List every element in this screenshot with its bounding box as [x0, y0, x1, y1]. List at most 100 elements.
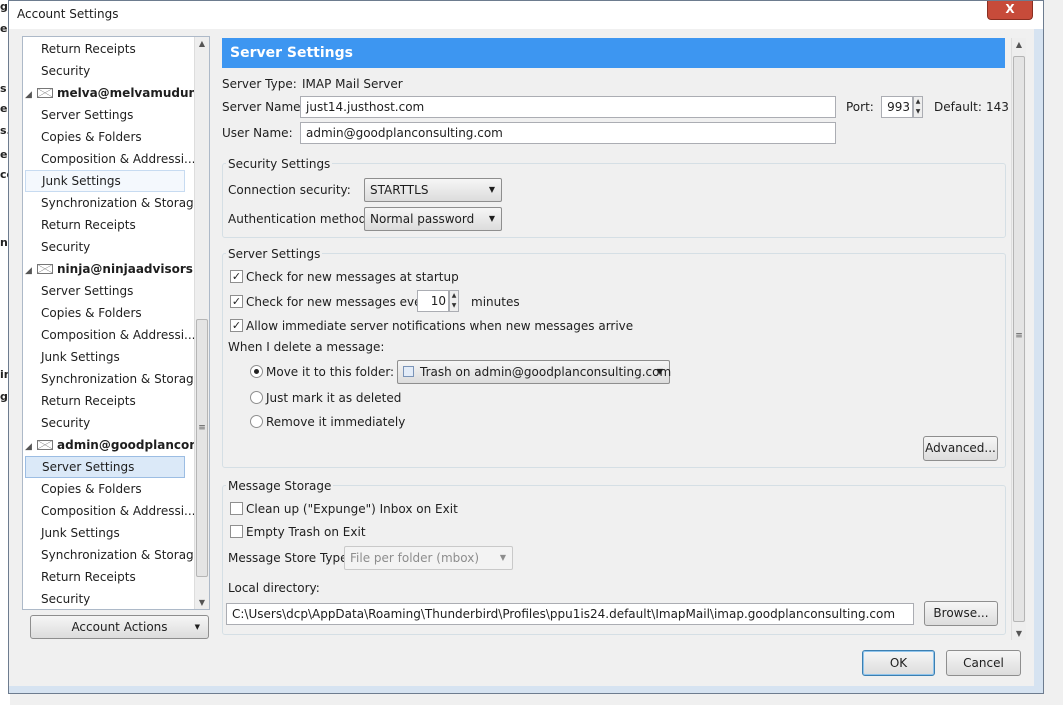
cleanup-checkbox[interactable]: [230, 502, 243, 515]
tree-item[interactable]: Security: [41, 236, 90, 258]
tree-item[interactable]: Security: [41, 412, 90, 434]
cancel-button[interactable]: Cancel: [946, 650, 1021, 676]
default-port-label: Default:: [934, 100, 982, 114]
bg-fragment: e: [0, 22, 8, 35]
port-field[interactable]: 993: [881, 96, 913, 118]
tree-item[interactable]: Junk Settings: [41, 522, 120, 544]
mark-deleted-radio[interactable]: [250, 391, 263, 404]
tree-item-label: Security: [41, 240, 91, 254]
tree-item[interactable]: Server Settings: [41, 104, 133, 126]
server-name-field[interactable]: just14.justhost.com: [300, 96, 836, 118]
cleanup-label[interactable]: Clean up ("Expunge") Inbox on Exit: [246, 502, 458, 516]
tree-account[interactable]: ◢ melva@melvamudun...: [25, 82, 209, 106]
main-scrollbar[interactable]: ▲ ≡ ▼: [1011, 38, 1026, 640]
title-bar[interactable]: Account Settings X: [9, 1, 1043, 29]
auth-method-select[interactable]: Normal password ▼: [364, 207, 502, 231]
tree-item[interactable]: Server Settings: [41, 280, 133, 302]
account-actions-button[interactable]: Account Actions ▼: [30, 615, 209, 639]
chevron-down-icon: ▼: [488, 185, 495, 194]
tree-item[interactable]: Return Receipts: [41, 566, 136, 588]
interval-spinner[interactable]: ▲ ▼: [449, 290, 459, 312]
tree-item[interactable]: Synchronization & Storage: [41, 368, 201, 390]
mark-deleted-label[interactable]: Just mark it as deleted: [266, 391, 401, 405]
check-every-label[interactable]: Check for new messages every: [246, 295, 434, 309]
tree-account[interactable]: ◢ ninja@ninjaadvisors.c...: [25, 258, 209, 282]
chevron-down-icon: ▼: [488, 214, 495, 223]
empty-trash-checkbox[interactable]: [230, 525, 243, 538]
local-directory-label: Local directory:: [228, 581, 320, 595]
tree-item[interactable]: Junk Settings: [41, 346, 120, 368]
tree-item-label: Synchronization & Storage: [41, 548, 202, 562]
tree-item-label: Composition & Addressi...: [41, 504, 196, 518]
check-startup-label[interactable]: Check for new messages at startup: [246, 270, 459, 284]
tree-item[interactable]: Composition & Addressi...: [41, 148, 196, 170]
store-type-value: File per folder (mbox): [350, 551, 480, 565]
tree-item[interactable]: Composition & Addressi...: [41, 324, 196, 346]
tree-item[interactable]: Copies & Folders: [41, 302, 142, 324]
check-startup-checkbox[interactable]: ✓: [230, 270, 243, 283]
tree-item[interactable]: Composition & Addressi...: [41, 500, 196, 522]
tree-item-label: Security: [41, 592, 91, 606]
tree-item[interactable]: Return Receipts: [41, 38, 136, 60]
tree-item-label: Synchronization & Storage: [41, 196, 202, 210]
trash-folder-value: Trash on admin@goodplanconsulting.com: [420, 365, 672, 379]
allow-notify-checkbox[interactable]: ✓: [230, 319, 243, 332]
interval-unit-label: minutes: [471, 295, 520, 309]
empty-trash-label[interactable]: Empty Trash on Exit: [246, 525, 366, 539]
local-directory-field[interactable]: C:\Users\dcp\AppData\Roaming\Thunderbird…: [226, 603, 914, 625]
tree-item[interactable]: Security: [41, 588, 91, 609]
move-to-folder-label[interactable]: Move it to this folder:: [266, 365, 394, 379]
connection-security-select[interactable]: STARTTLS ▼: [364, 178, 502, 202]
tree-item-label: Return Receipts: [41, 218, 136, 232]
close-button[interactable]: X: [987, 1, 1033, 20]
tree-scrollbar[interactable]: ▲ ≡ ▼: [194, 37, 209, 609]
scroll-up-icon[interactable]: ▲: [1012, 40, 1026, 49]
server-name-label: Server Name:: [222, 100, 305, 114]
expand-triangle-icon[interactable]: ◢: [25, 436, 37, 458]
connection-security-label: Connection security:: [228, 183, 351, 197]
tree-item[interactable]: Server Settings: [25, 456, 185, 478]
tree-item-label: Server Settings: [41, 284, 134, 298]
tree-item[interactable]: Synchronization & Storage: [41, 192, 201, 214]
expand-triangle-icon[interactable]: ◢: [25, 84, 37, 106]
trash-folder-select[interactable]: Trash on admin@goodplanconsulting.com ▼: [397, 360, 672, 384]
tree-item-label: Server Settings: [42, 460, 135, 474]
port-spinner[interactable]: ▲ ▼: [913, 96, 923, 118]
move-to-folder-radio[interactable]: [250, 365, 263, 378]
expand-triangle-icon[interactable]: ◢: [25, 260, 37, 282]
tree-item[interactable]: Return Receipts: [41, 214, 136, 236]
tree-account[interactable]: ◢ admin@goodplancon...: [25, 434, 210, 458]
tree-item-label: Copies & Folders: [41, 130, 142, 144]
message-storage-title: Message Storage: [226, 479, 334, 493]
bg-fragment: g: [0, 0, 8, 13]
chevron-down-icon: ▼: [194, 623, 200, 631]
scroll-down-icon[interactable]: ▼: [195, 598, 209, 607]
envelope-icon: [37, 264, 53, 274]
tree-item[interactable]: Junk Settings: [25, 170, 185, 192]
ok-button[interactable]: OK: [862, 650, 935, 676]
tree-account-label: admin@goodplancon...: [57, 438, 210, 452]
user-name-field[interactable]: admin@goodplanconsulting.com: [300, 122, 836, 144]
allow-notify-label[interactable]: Allow immediate server notifications whe…: [246, 319, 633, 333]
check-every-checkbox[interactable]: ✓: [230, 295, 243, 308]
tree-item-label: Junk Settings: [41, 526, 120, 540]
tree-item[interactable]: Synchronization & Storage: [41, 544, 201, 566]
browse-button[interactable]: Browse...: [924, 601, 998, 626]
tree-item[interactable]: Copies & Folders: [41, 126, 142, 148]
server-settings-title: Server Settings: [226, 247, 323, 261]
tree-item[interactable]: Return Receipts: [41, 390, 136, 412]
tree-item-label: Server Settings: [41, 108, 134, 122]
bg-fragment: e: [0, 148, 8, 161]
tree-item[interactable]: Security: [41, 60, 90, 82]
advanced-button[interactable]: Advanced...: [923, 436, 998, 461]
tree-item[interactable]: Copies & Folders: [41, 478, 142, 500]
tree-item-label: Composition & Addressi...: [41, 328, 196, 342]
port-label: Port:: [846, 100, 874, 114]
scroll-down-icon[interactable]: ▼: [1012, 629, 1026, 638]
remove-immediately-radio[interactable]: [250, 415, 263, 428]
page-title: Server Settings: [222, 38, 1005, 68]
remove-immediately-label[interactable]: Remove it immediately: [266, 415, 405, 429]
scroll-thumb[interactable]: [196, 319, 208, 577]
scroll-up-icon[interactable]: ▲: [195, 39, 209, 48]
check-interval-field[interactable]: 10: [417, 290, 449, 312]
